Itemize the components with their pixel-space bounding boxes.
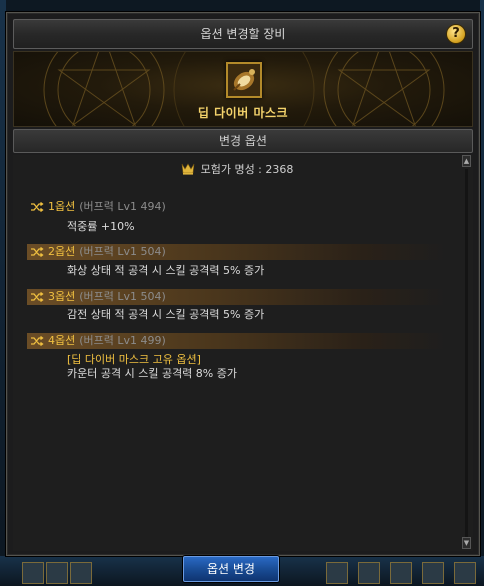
- background-right-strip: [480, 0, 484, 586]
- fame-line: 모험가 명성 : 2368: [13, 161, 461, 178]
- option-label: 1옵션: [48, 200, 76, 213]
- window-title-bar[interactable]: 옵션 변경할 장비 ?: [13, 19, 473, 49]
- option-level: (버프력 Lv1 504): [79, 290, 166, 303]
- item-name: 딥 다이버 마스크: [197, 106, 289, 120]
- item-panel: 딥 다이버 마스크: [13, 51, 473, 127]
- option-description: 카운터 공격 시 스킬 공격력 8% 증가: [67, 367, 237, 380]
- shuffle-icon: [31, 201, 44, 217]
- scroll-up-button[interactable]: ▲: [462, 155, 471, 167]
- hud-slot[interactable]: [326, 562, 348, 584]
- option-level: (버프력 Lv1 499): [79, 334, 166, 347]
- option-level: (버프력 Lv1 494): [79, 200, 166, 213]
- option-change-window: 옵션 변경할 장비 ? 딥 다이버 마스크 변경 옵션 모험가 명성: 236…: [6, 12, 480, 556]
- option-row-3: 3옵션 (버프력 Lv1 504): [27, 289, 447, 305]
- change-option-button[interactable]: 옵션 변경: [183, 556, 279, 582]
- option-label: 2옵션: [48, 245, 76, 258]
- hud-slot[interactable]: [22, 562, 44, 584]
- shuffle-icon: [31, 246, 44, 262]
- hud-slot[interactable]: [454, 562, 476, 584]
- shuffle-icon: [31, 335, 44, 351]
- hud-slot[interactable]: [390, 562, 412, 584]
- option-description: 적중률 +10%: [67, 220, 135, 233]
- options-scrollbar[interactable]: ▲ ▼: [462, 155, 471, 551]
- section-title: 변경 옵션: [219, 134, 267, 148]
- option-description: 화상 상태 적 공격 시 스킬 공격력 5% 증가: [67, 264, 265, 277]
- hud-slot[interactable]: [422, 562, 444, 584]
- option-description: 감전 상태 적 공격 시 스킬 공격력 5% 증가: [67, 308, 265, 321]
- help-button[interactable]: ?: [446, 24, 466, 44]
- hud-slot[interactable]: [358, 562, 380, 584]
- mask-item-icon[interactable]: [226, 62, 262, 98]
- scroll-down-button[interactable]: ▼: [462, 537, 471, 549]
- help-icon: ?: [452, 26, 460, 41]
- options-list: 모험가 명성 : 2368 1옵션 (버프력 Lv1 494) 적중률 +10% …: [13, 155, 473, 551]
- option-label: 4옵션: [48, 334, 76, 347]
- hud-slot[interactable]: [46, 562, 68, 584]
- option-row-1: 1옵션 (버프력 Lv1 494): [27, 199, 447, 215]
- window-title: 옵션 변경할 장비: [200, 27, 286, 41]
- option-row-2: 2옵션 (버프력 Lv1 504): [27, 244, 447, 260]
- option-row-4: 4옵션 (버프력 Lv1 499): [27, 333, 447, 349]
- option-level: (버프력 Lv1 504): [79, 245, 166, 258]
- option-label: 3옵션: [48, 290, 76, 303]
- fame-value: 모험가 명성 : 2368: [200, 163, 294, 176]
- adventurer-fame-icon: [181, 163, 195, 178]
- scroll-track[interactable]: [465, 169, 468, 537]
- section-header: 변경 옵션: [13, 129, 473, 153]
- shuffle-icon: [31, 291, 44, 307]
- hud-slot[interactable]: [70, 562, 92, 584]
